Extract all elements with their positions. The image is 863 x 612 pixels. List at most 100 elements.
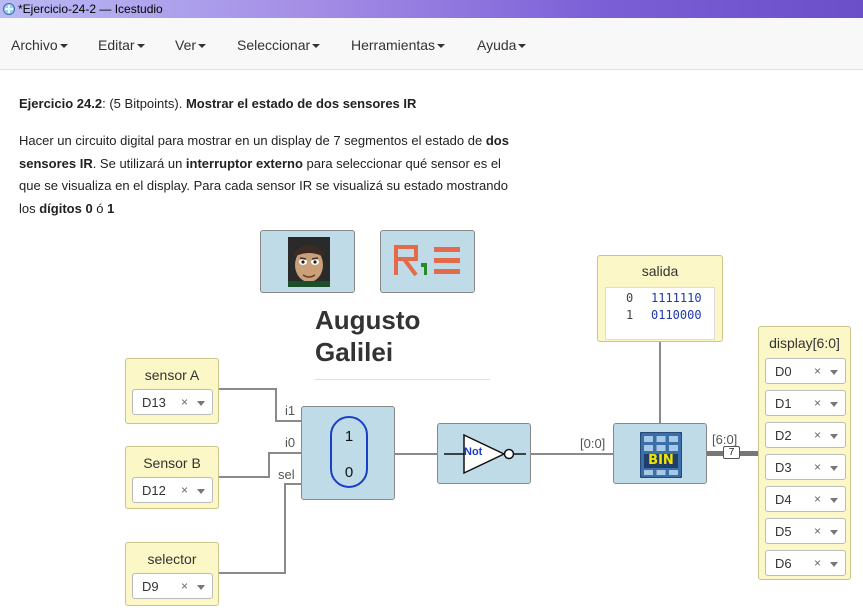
pin-select-d2[interactable]: D2 × (765, 422, 846, 448)
table-row: 1 0110000 (606, 308, 714, 324)
input-selector[interactable]: selector D9 × (125, 542, 219, 606)
wire-selector-2[interactable] (284, 483, 286, 574)
clear-icon[interactable]: × (814, 556, 821, 570)
bin-label: BIN (648, 453, 674, 468)
table-salida-block[interactable]: salida 0 1111110 1 0110000 (597, 255, 723, 342)
mux-port-i0: i0 (285, 435, 296, 450)
wire-table-rom[interactable] (659, 341, 661, 423)
dropdown-arrow-icon[interactable] (197, 585, 205, 590)
output-display-block[interactable]: display[6:0] D0 × D1 × D2 × D3 × D4 × D5 × D6 × (758, 326, 851, 580)
pin-select-sensor-b[interactable]: D12 × (132, 477, 213, 503)
pin-select-value: D12 (142, 483, 166, 498)
clear-icon[interactable]: × (814, 492, 821, 506)
wire-sensorA-3[interactable] (275, 420, 301, 422)
not-gate-block[interactable]: Not (437, 423, 531, 484)
mux-top-value: 1 (344, 428, 354, 445)
wire-sensorB-1[interactable] (219, 476, 269, 478)
wire-selector-1[interactable] (219, 572, 285, 574)
dropdown-arrow-icon[interactable] (830, 562, 838, 567)
pin-select-d3[interactable]: D3 × (765, 454, 846, 480)
logo-block[interactable] (380, 230, 475, 293)
wire-mux-not[interactable] (395, 453, 437, 455)
table-data: 1111110 (651, 291, 702, 305)
wire-sensorB-2[interactable] (268, 452, 270, 478)
desc-text-2: . Se utilizará un (92, 155, 186, 171)
exercise-heading[interactable]: Ejercicio 24.2: (5 Bitpoints). Mostrar e… (19, 96, 416, 111)
clear-icon[interactable]: × (181, 395, 188, 409)
exercise-heading-prefix: Ejercicio 24.2 (19, 96, 103, 111)
pin-select-value: D5 (775, 524, 792, 539)
caret-down-icon (198, 44, 207, 48)
wire-selector-3[interactable] (284, 483, 301, 485)
author-photo-block[interactable] (260, 230, 355, 293)
pin-select-d5[interactable]: D5 × (765, 518, 846, 544)
pin-select-d1[interactable]: D1 × (765, 390, 846, 416)
memory-table[interactable]: 0 1111110 1 0110000 (605, 287, 715, 340)
wire-not-rom[interactable] (531, 453, 613, 455)
mux-2to1-block[interactable]: 1 0 (301, 406, 395, 500)
window-titlebar: *Ejercicio-24-2 — Icestudio (0, 0, 863, 18)
wire-sensorB-3[interactable] (268, 452, 301, 454)
menu-archivo[interactable]: Archivo (11, 37, 68, 53)
bus-in-label: [0:0] (580, 436, 606, 451)
input-selector-label: selector (147, 551, 197, 567)
dropdown-arrow-icon[interactable] (830, 370, 838, 375)
pin-select-sensor-a[interactable]: D13 × (132, 389, 213, 415)
wire-sensorA-1[interactable] (219, 388, 276, 390)
icestudio-app-icon (3, 3, 15, 15)
menu-herramientas-label: Herramientas (351, 37, 436, 53)
not-gate-icon (444, 433, 526, 475)
dropdown-arrow-icon[interactable] (830, 466, 838, 471)
author-first-name: Augusto (315, 305, 421, 335)
menu-seleccionar[interactable]: Seleccionar (237, 37, 321, 53)
menu-seleccionar-label: Seleccionar (237, 37, 311, 53)
menu-ver[interactable]: Ver (175, 37, 207, 53)
clear-icon[interactable]: × (814, 428, 821, 442)
bus-out-label: [6:0] (712, 432, 738, 447)
menu-archivo-label: Archivo (11, 37, 58, 53)
table-title: salida (641, 263, 679, 279)
clear-icon[interactable]: × (181, 483, 188, 497)
input-sensor-a[interactable]: sensor A D13 × (125, 358, 219, 424)
pin-select-d0[interactable]: D0 × (765, 358, 846, 384)
table-addr: 1 (626, 308, 634, 322)
pin-select-value: D13 (142, 395, 166, 410)
menu-editar[interactable]: Editar (98, 37, 145, 53)
dropdown-arrow-icon[interactable] (830, 434, 838, 439)
wire-sensorA-2[interactable] (275, 388, 277, 421)
clear-icon[interactable]: × (814, 396, 821, 410)
mux-port-sel: sel (278, 467, 295, 482)
author-divider (315, 379, 490, 380)
clear-icon[interactable]: × (181, 579, 188, 593)
exercise-description[interactable]: Hacer un circuito digital para mostrar e… (19, 130, 524, 220)
not-gate-label: Not (464, 446, 483, 458)
input-sensor-b-label: Sensor B (143, 455, 201, 471)
bin-rom-block[interactable]: BIN (613, 423, 707, 484)
dropdown-arrow-icon[interactable] (830, 402, 838, 407)
caret-down-icon (437, 44, 446, 48)
clear-icon[interactable]: × (814, 364, 821, 378)
caret-down-icon (136, 44, 145, 48)
dropdown-arrow-icon[interactable] (197, 489, 205, 494)
exercise-heading-title: Mostrar el estado de dos sensores IR (185, 96, 417, 111)
input-sensor-b[interactable]: Sensor B D12 × (125, 446, 219, 509)
mux-port-i1: i1 (285, 403, 296, 418)
menu-ayuda[interactable]: Ayuda (477, 37, 527, 53)
dropdown-arrow-icon[interactable] (197, 401, 205, 406)
pin-select-d4[interactable]: D4 × (765, 486, 846, 512)
menu-bar: Archivo Editar Ver Seleccionar Herramien… (0, 18, 863, 70)
table-data: 0110000 (651, 308, 702, 322)
clear-icon[interactable]: × (814, 460, 821, 474)
dropdown-arrow-icon[interactable] (830, 530, 838, 535)
pin-select-value: D6 (775, 556, 792, 571)
author-name[interactable]: Augusto Galilei (315, 304, 420, 368)
pin-select-selector[interactable]: D9 × (132, 573, 213, 599)
menu-herramientas[interactable]: Herramientas (351, 37, 446, 53)
clear-icon[interactable]: × (814, 524, 821, 538)
bus-width-badge: 7 (723, 446, 740, 459)
desc-bold-3: dígitos 0 (39, 200, 93, 216)
dropdown-arrow-icon[interactable] (830, 498, 838, 503)
caret-down-icon (518, 44, 527, 48)
pin-select-d6[interactable]: D6 × (765, 550, 846, 576)
table-addr: 0 (626, 291, 634, 305)
